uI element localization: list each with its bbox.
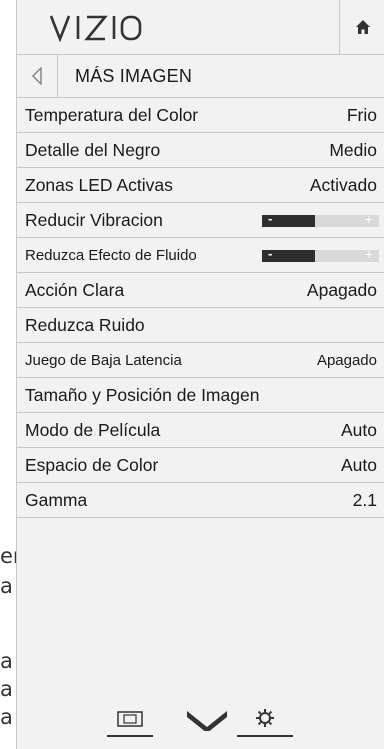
menu-item-value: Frio [346,104,377,125]
background-text-line: a [0,574,13,597]
background-text-line: a [0,677,13,701]
menu-item-reducir-vibracion[interactable]: Reducir Vibracion - + [17,203,384,238]
vibracion-slider[interactable]: - + [262,211,379,227]
efecto-fluido-slider[interactable]: - + [262,246,379,262]
menu-item-tamano-posicion[interactable]: Tamaño y Posición de Imagen [17,378,384,413]
menu-item-label: Gamma [25,489,88,510]
page-title: MÁS IMAGEN [75,66,193,86]
menu-item-value: Apagado [316,351,377,369]
submenu-header: MÁS IMAGEN [17,55,384,98]
menu-item-label: Reduzca Efecto de Fluido [25,246,197,264]
slider-minus: - [268,211,273,226]
back-button[interactable] [17,55,58,97]
menu-item-value: Medio [329,139,377,160]
menu-item-label: Modo de Película [25,419,161,440]
back-arrow-icon [31,67,42,85]
bottom-nav [107,705,307,737]
menu-item-label: Zonas LED Activas [25,174,173,195]
background-text-line: a [0,705,13,728]
nav-underline [107,735,153,737]
background-text: er a [0,545,16,597]
menu-item-zonas-led[interactable]: Zonas LED Activas Activado [17,168,384,203]
background-text-line: er [0,545,16,568]
home-button[interactable] [339,0,384,54]
settings-panel: MÁS IMAGEN Temperatura del Color Frio De… [16,0,384,749]
menu-item-temperatura-color[interactable]: Temperatura del Color Frio [17,98,384,133]
chevron-down-icon[interactable] [187,711,227,731]
menu-item-reduzca-ruido[interactable]: Reduzca Ruido [17,308,384,343]
slider-plus: + [364,246,373,262]
home-icon [356,20,370,34]
slider-minus: - [268,246,273,261]
menu-item-value: Auto [341,454,377,475]
menu-item-accion-clara[interactable]: Acción Clara Apagado [17,273,384,308]
menu-item-label: Juego de Baja Latencia [25,351,182,369]
menu-item-label: Acción Clara [25,279,125,300]
gear-icon[interactable] [255,708,275,728]
menu-item-label: Detalle del Negro [25,139,161,160]
menu-item-value: Auto [341,419,377,440]
menu-item-modo-pelicula[interactable]: Modo de Película Auto [17,413,384,448]
menu-item-value: Apagado [306,279,377,300]
slider-plus: + [364,211,373,227]
nav-underline [237,735,293,737]
menu-item-value: Activado [309,174,377,195]
vizio-logo [50,15,142,42]
menu-item-label: Espacio de Color [25,454,159,475]
menu-item-baja-latencia[interactable]: Juego de Baja Latencia Apagado [17,343,384,378]
menu-item-label: Temperatura del Color [25,104,199,125]
menu-item-gamma[interactable]: Gamma 2.1 [17,483,384,518]
menu-item-label: Reducir Vibracion [25,209,163,230]
menu-item-espacio-color[interactable]: Espacio de Color Auto [17,448,384,483]
menu-item-label: Tamaño y Posición de Imagen [25,384,260,405]
settings-menu: Temperatura del Color Frio Detalle del N… [17,98,384,518]
background-text: a a a [0,650,16,728]
top-bar [17,0,384,55]
background-text-line: a [0,650,13,673]
menu-item-value: 2.1 [352,489,377,510]
menu-item-label: Reduzca Ruido [25,314,145,335]
menu-item-detalle-negro[interactable]: Detalle del Negro Medio [17,133,384,168]
menu-item-efecto-fluido[interactable]: Reduzca Efecto de Fluido - + [17,238,384,273]
picture-size-icon[interactable] [117,711,143,727]
